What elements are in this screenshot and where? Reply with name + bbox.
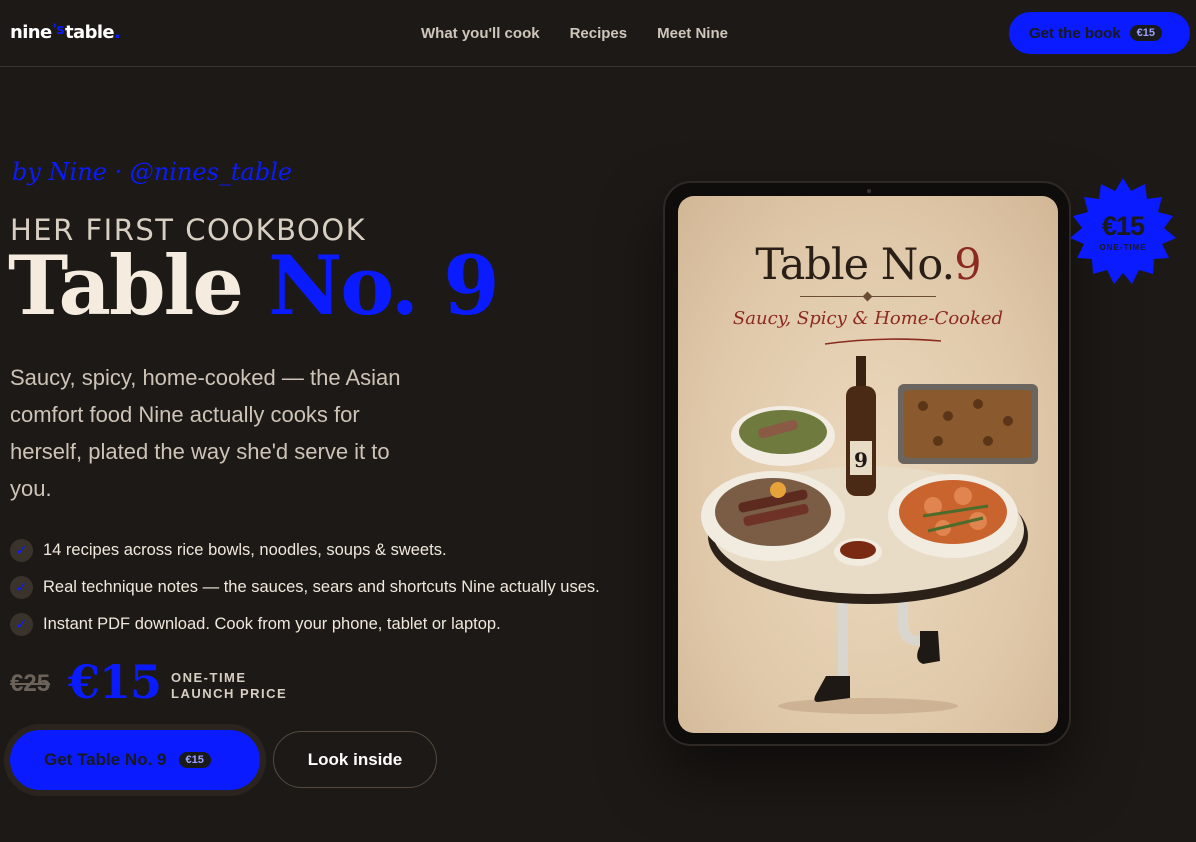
get-table-no9-button-inner[interactable]: Get Table No. 9 €15 — [10, 730, 260, 790]
cover-title-accent: 9 — [954, 240, 981, 290]
landing-page: nine'stable. What you'll cook Recipes Me… — [0, 0, 1196, 842]
feature-item: ✓ 14 recipes across rice bowls, noodles,… — [10, 532, 600, 569]
price-badge: €15 ONE-TIME — [1068, 178, 1178, 286]
feature-text: Instant PDF download. Cook from your pho… — [43, 615, 501, 633]
look-inside-button[interactable]: Look inside — [273, 731, 437, 788]
original-price: €25 — [10, 670, 51, 697]
badge-note: ONE-TIME — [1099, 243, 1147, 252]
cookbook-cover: Table No.9 Saucy, Spicy & Home-Cooked 9 — [678, 196, 1058, 733]
logo-text-end: table — [65, 22, 115, 43]
feature-item: ✓ Instant PDF download. Cook from your p… — [10, 606, 600, 643]
cover-divider-ornament — [862, 291, 873, 302]
logo-dot: . — [114, 22, 121, 43]
nav-link-meet-nine[interactable]: Meet Nine — [657, 25, 728, 42]
check-icon: ✓ — [10, 613, 33, 636]
badge-price: €15 — [1101, 211, 1145, 241]
hero-description: Saucy, spicy, home-cooked — the Asian co… — [10, 365, 401, 501]
nav-links: What you'll cook Recipes Meet Nine — [421, 25, 728, 42]
check-icon: ✓ — [10, 576, 33, 599]
cover-subtitle: Saucy, Spicy & Home-Cooked — [732, 308, 1004, 329]
feature-list: ✓ 14 recipes across rice bowls, noodles,… — [10, 532, 600, 643]
author-byline: by Nine · @nines_table — [12, 158, 293, 186]
check-icon: ✓ — [10, 539, 33, 562]
get-table-no9-label: Get Table No. 9 — [44, 750, 167, 769]
cover-swoosh — [824, 338, 942, 345]
feature-text: 14 recipes across rice bowls, noodles, s… — [43, 541, 447, 559]
logo-text-main: nine — [10, 22, 52, 43]
price-note-line1: ONE-TIME — [171, 670, 247, 685]
nav-price-pill: €15 — [1129, 25, 1163, 41]
cover-title: Table No.9 — [678, 240, 1058, 290]
tablet-camera — [867, 189, 871, 193]
get-table-no9-button[interactable]: Get Table No. 9 €15 — [4, 724, 266, 796]
tablet-mockup: Table No.9 Saucy, Spicy & Home-Cooked 9 — [663, 181, 1071, 746]
hero-title: Table No. 9 — [8, 246, 500, 327]
feature-item: ✓ Real technique notes — the sauces, sea… — [10, 569, 600, 606]
launch-price: €15 — [68, 655, 162, 709]
price-note-line2: LAUNCH PRICE — [171, 686, 288, 701]
nav-link-recipes[interactable]: Recipes — [570, 25, 628, 42]
bottle-label: 9 — [854, 448, 868, 472]
logo-apostrophe: 's — [52, 22, 65, 38]
top-nav: nine'stable. What you'll cook Recipes Me… — [0, 0, 1196, 67]
site-logo[interactable]: nine'stable. — [10, 22, 121, 43]
get-the-book-button[interactable]: Get the book €15 — [1009, 12, 1190, 54]
price-note: ONE-TIME LAUNCH PRICE — [171, 670, 287, 702]
cover-food-illustration: 9 — [701, 356, 1038, 714]
feature-text: Real technique notes — the sauces, sears… — [43, 578, 600, 596]
hero-title-plain: Table — [8, 239, 244, 334]
get-the-book-label: Get the book — [1029, 24, 1121, 42]
nav-link-what-youll-cook[interactable]: What you'll cook — [421, 25, 540, 42]
cover-title-plain: Table No. — [755, 240, 955, 290]
primary-price-pill: €15 — [178, 752, 211, 768]
hero-title-accent: No. 9 — [268, 239, 499, 334]
